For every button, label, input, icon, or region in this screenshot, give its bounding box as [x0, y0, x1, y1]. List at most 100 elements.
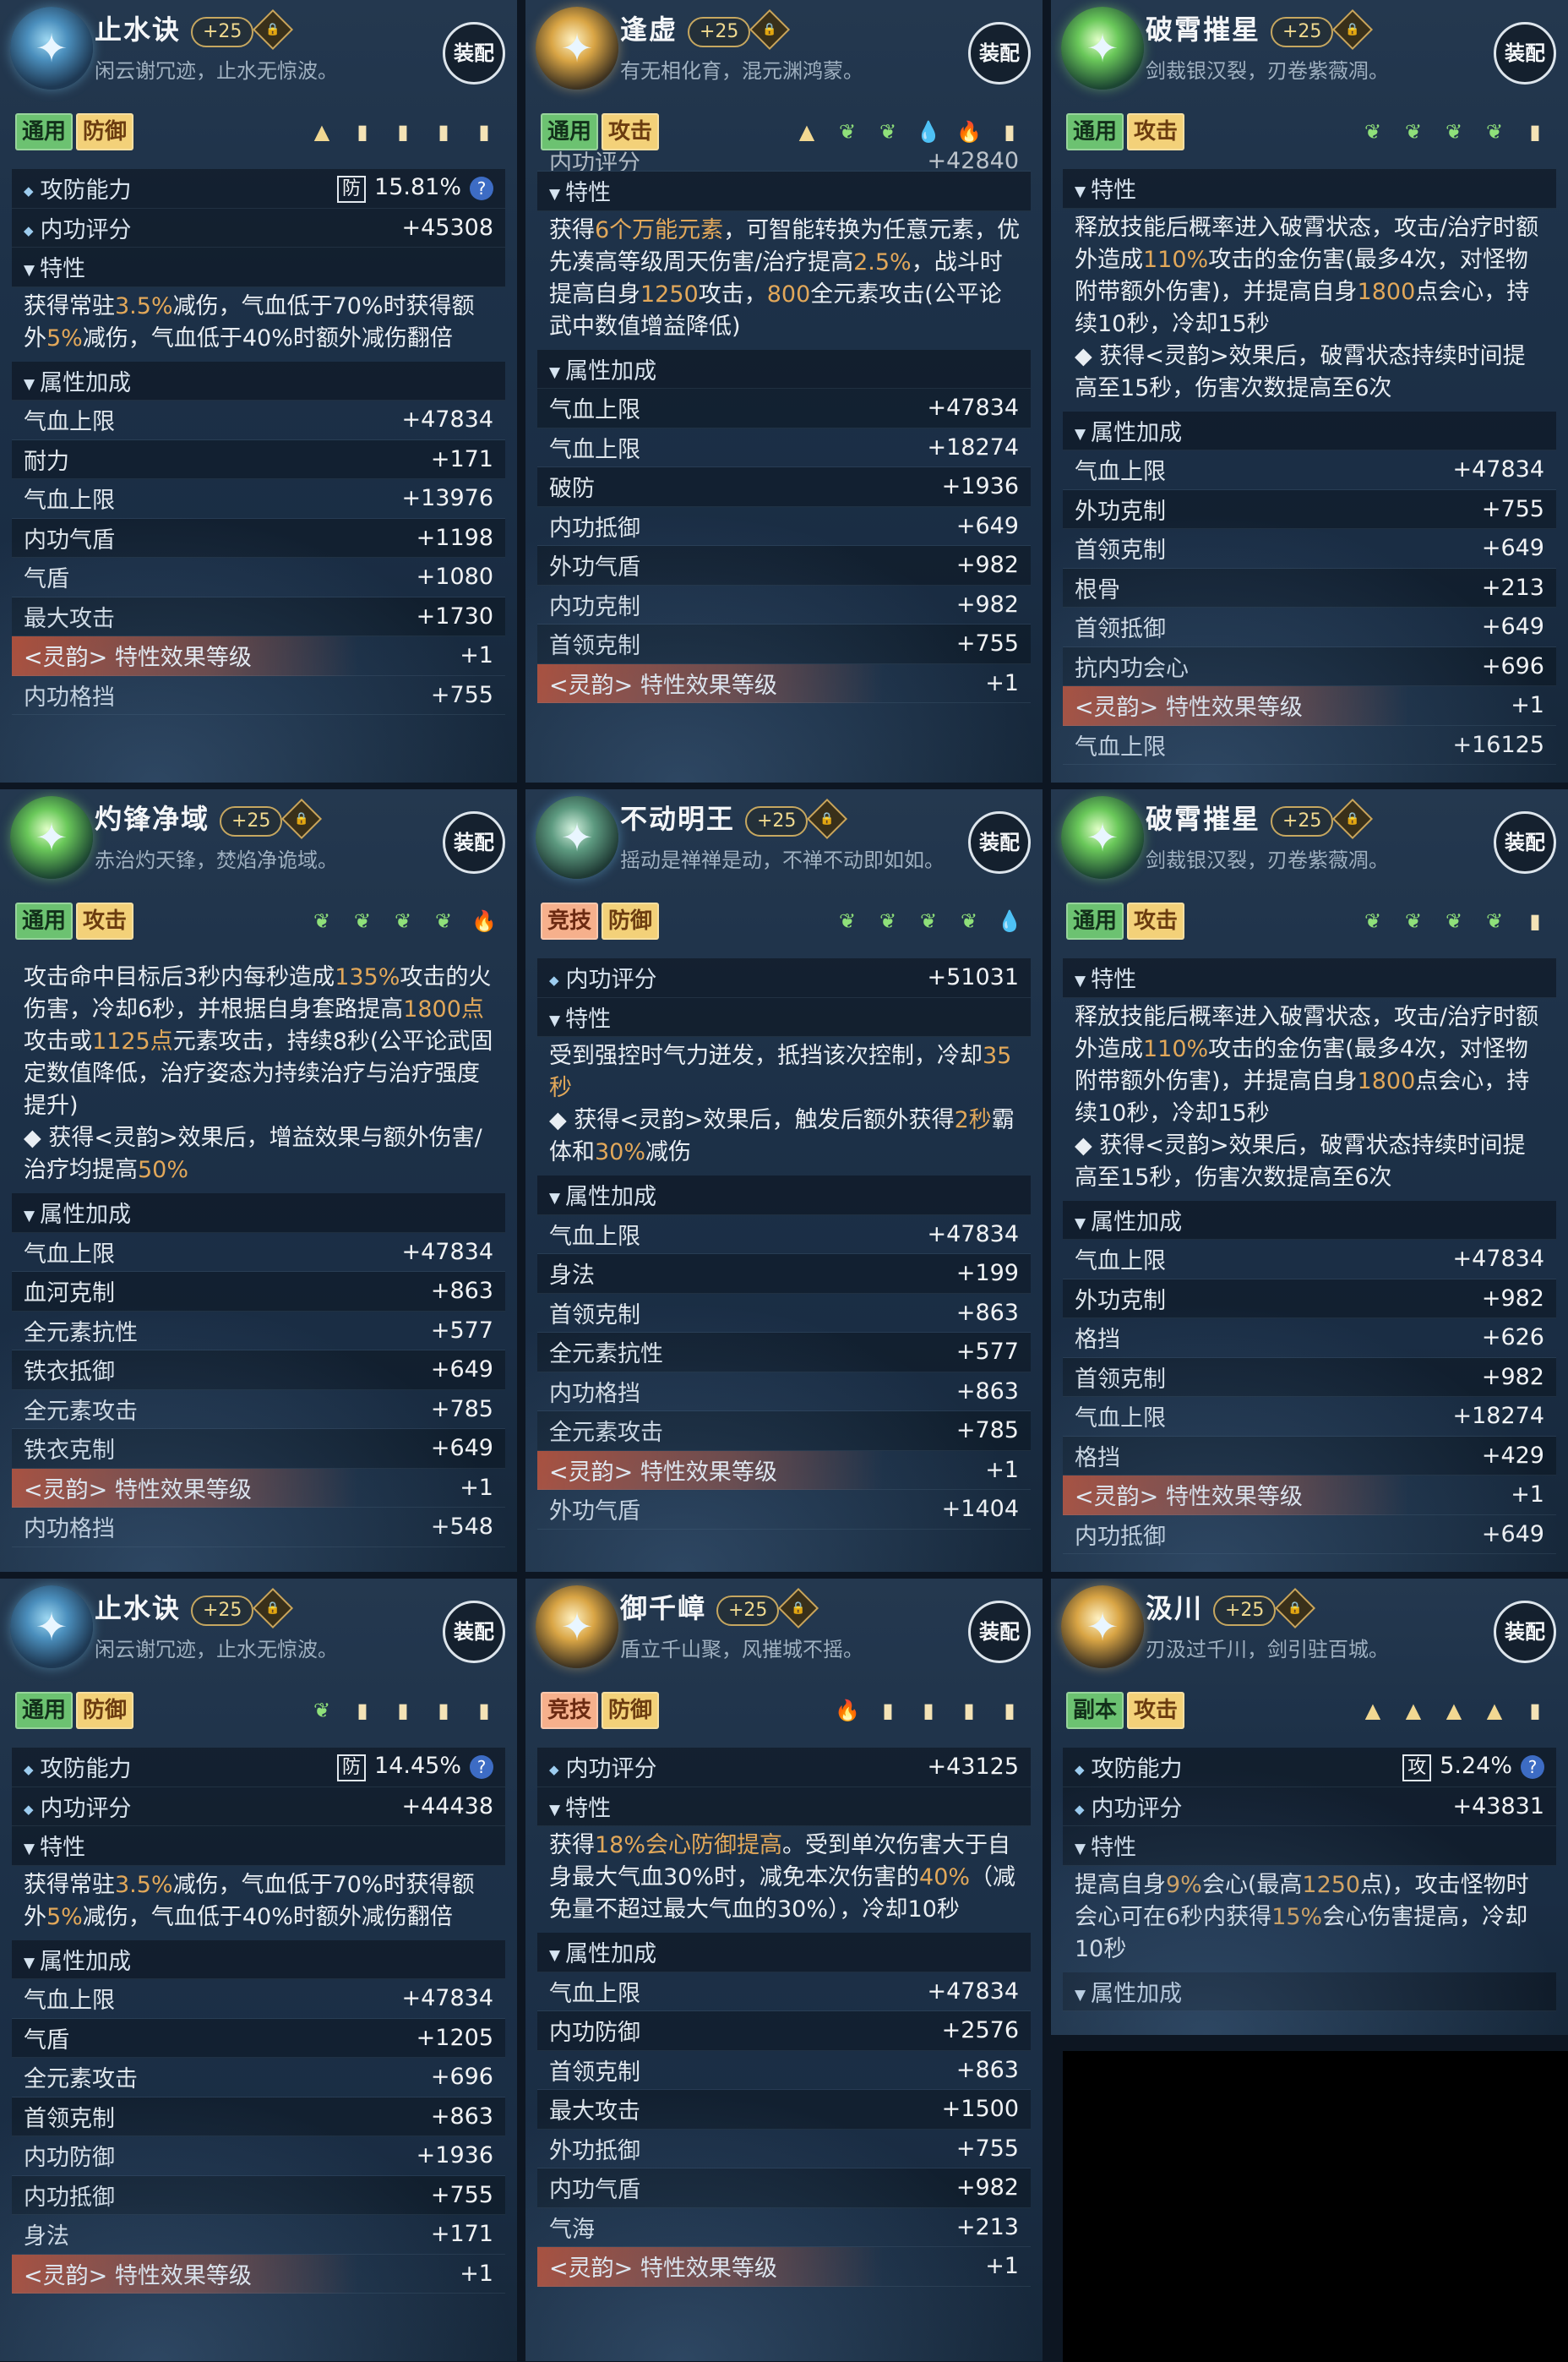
lock-icon[interactable]: 🔒 [749, 8, 791, 51]
attribute-label: 外功克制 [1075, 1287, 1166, 1314]
section-header[interactable]: 属性加成 [537, 1933, 1031, 1972]
leaf-gem-icon: ❦ [879, 909, 897, 933]
lock-icon[interactable]: 🔒 [1274, 1587, 1316, 1629]
highlight-value: 15% [1271, 1903, 1323, 1930]
attribute-label: 气血上限 [1075, 1248, 1166, 1275]
value-text: +43831 [1452, 1792, 1544, 1819]
attribute-label: 属性加成 [1075, 1203, 1182, 1236]
attribute-value: +649 [1482, 535, 1544, 561]
attribute-label: 特性 [1075, 172, 1136, 205]
attribute-row: 气海 +213 [537, 2208, 1031, 2247]
value-text: +982 [1481, 1363, 1544, 1390]
section-header[interactable]: 特性 [1063, 958, 1556, 998]
value-text: +1 [985, 1456, 1019, 1483]
section-header[interactable]: 属性加成 [1063, 1972, 1556, 2011]
card-title: 破霄摧星 [1146, 14, 1261, 46]
tag-group: 通用 攻击 [15, 903, 134, 940]
lock-icon[interactable]: 🔒 [806, 798, 848, 840]
section-header[interactable]: 特性 [12, 1826, 505, 1866]
equip-button[interactable]: 装配 [443, 1601, 505, 1663]
section-header[interactable]: 属性加成 [12, 1939, 505, 1979]
value-text: +171 [430, 445, 493, 472]
value-text: +42840 [927, 150, 1019, 172]
attribute-value: +755 [1482, 496, 1544, 522]
attribute-value: +1936 [942, 473, 1019, 499]
section-header[interactable]: 特性 [537, 172, 1031, 211]
highlight-value: 1125点 [92, 1028, 173, 1055]
section-header[interactable]: 属性加成 [12, 1193, 505, 1233]
tag-group: 副本 攻击 [1066, 1692, 1185, 1729]
lock-icon[interactable]: 🔒 [252, 8, 294, 51]
help-icon[interactable]: ? [470, 1754, 493, 1779]
attribute-list: 内功评分 +43125 特性获得18%会心防御提高。受到单次伤害大于自身最大气血30… [537, 1748, 1031, 2287]
category-tag: 攻击 [1127, 903, 1185, 940]
attribute-row: 外功克制 +982 [1063, 1279, 1556, 1318]
section-header[interactable]: 特性 [537, 997, 1031, 1037]
attribute-label: 气血上限 [549, 436, 640, 463]
trait-text: 获得 [549, 1832, 595, 1858]
category-tag: 攻击 [1127, 113, 1185, 150]
attribute-value: 防 14.45%? [337, 1753, 493, 1781]
section-header[interactable]: 属性加成 [1063, 1200, 1556, 1240]
value-text: +47834 [927, 1977, 1019, 2005]
leaf-gem-icon: ❦ [838, 909, 857, 933]
section-header[interactable]: 特性 [12, 248, 505, 287]
attribute-label: 内功防御 [549, 2020, 640, 2047]
gem-slots: ▲ ▲ ▲ ▲ ▮ [1358, 1697, 1549, 1724]
equip-button[interactable]: 装配 [443, 811, 505, 874]
attribute-value: +18274 [927, 434, 1019, 461]
lock-icon[interactable]: 🔒 [252, 1587, 294, 1629]
leaf-gem-icon: ❦ [1485, 120, 1504, 144]
attribute-value: +429 [1482, 1443, 1544, 1469]
attribute-row: 血河克制 +863 [12, 1272, 505, 1312]
equip-button[interactable]: 装配 [1494, 22, 1556, 85]
equip-button[interactable]: 装配 [968, 811, 1031, 874]
attribute-row: 全元素抗性 +577 [12, 1312, 505, 1350]
help-icon[interactable]: ? [1521, 1754, 1544, 1779]
attribute-label: 首领克制 [549, 633, 640, 660]
lock-icon[interactable]: 🔒 [1331, 798, 1374, 840]
value-text: +1936 [416, 2142, 493, 2169]
equip-button[interactable]: 装配 [1494, 811, 1556, 874]
highlight-value: 6个万能元素 [595, 216, 724, 243]
equip-button[interactable]: 装配 [968, 1601, 1031, 1663]
block-gem-icon: ▮ [1529, 120, 1541, 144]
lock-icon[interactable]: 🔒 [280, 798, 323, 840]
attribute-list: 攻防能力 防 15.81%? 内功评分 +45308 特性获得常驻3.5%减伤，气血低于7… [12, 169, 505, 715]
equip-button[interactable]: 装配 [443, 22, 505, 85]
stat-type-box: 防 [337, 1754, 367, 1781]
value-text: +1 [1511, 1481, 1544, 1508]
section-header[interactable]: 属性加成 [1063, 411, 1556, 450]
stat-type-box: 防 [337, 175, 367, 203]
attribute-value: +199 [956, 1260, 1019, 1286]
value-text: +982 [956, 591, 1019, 618]
section-header[interactable]: 特性 [1063, 1826, 1556, 1866]
value-text: +755 [956, 2135, 1019, 2162]
lock-icon[interactable]: 🔒 [1331, 8, 1374, 51]
highlight-value: 1800 [1357, 278, 1416, 305]
category-tag: 通用 [15, 113, 74, 150]
block-gem-icon: ▮ [397, 120, 409, 144]
section-header[interactable]: 属性加成 [12, 361, 505, 401]
section-header[interactable]: 特性 [537, 1787, 1031, 1826]
lock-icon[interactable]: 🔒 [777, 1587, 819, 1629]
attribute-value: +649 [1482, 614, 1544, 640]
gem-slots: ❦ ❦ ❦ ❦ 🔥 [308, 908, 498, 935]
attribute-value: +1 [1511, 1481, 1544, 1508]
attribute-value: +863 [956, 1378, 1019, 1405]
section-header[interactable]: 属性加成 [537, 349, 1031, 389]
help-icon[interactable]: ? [470, 176, 493, 200]
attribute-row: 内功评分 +42840 [537, 150, 1031, 172]
value-text: +51031 [927, 964, 1019, 991]
section-header[interactable]: 特性 [1063, 169, 1556, 209]
attribute-label: 特性 [549, 1790, 611, 1823]
section-header[interactable]: 属性加成 [537, 1176, 1031, 1215]
fire-gem-icon: 🔥 [471, 909, 497, 933]
trait-text: ◆ 获得<灵韵>效果后，触发后额外获得 [549, 1107, 955, 1133]
trait-description: 受到强控时气力迸发，抵挡该次控制，冷却35秒 ◆ 获得<灵韵>效果后，触发后额外获… [537, 1037, 1031, 1176]
value-text: +1080 [416, 564, 493, 591]
linyun-row: <灵韵> 特性效果等级 +1 [1063, 686, 1556, 726]
equip-button[interactable]: 装配 [1494, 1601, 1556, 1663]
lock-glyph: 🔒 [1345, 812, 1360, 826]
equip-button[interactable]: 装配 [968, 22, 1031, 85]
